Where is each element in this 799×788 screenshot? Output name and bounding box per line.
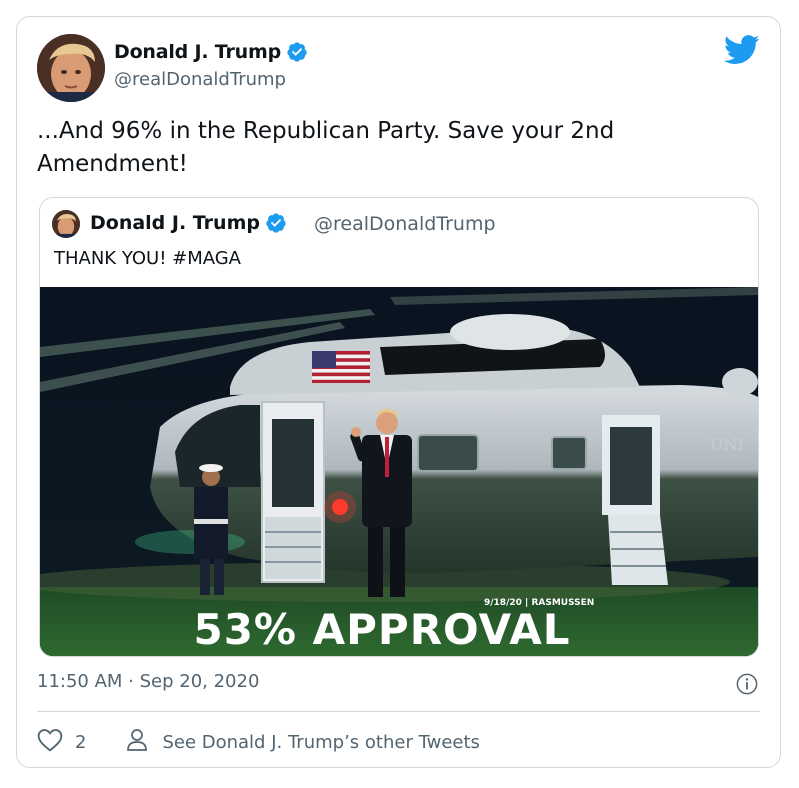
quoted-tweet[interactable]: Donald J. Trump @realDonaldTrump THANK Y… (39, 197, 759, 657)
image-caption-large: 53% APPROVAL (193, 605, 570, 654)
author-name-text[interactable]: Donald J. Trump (114, 41, 281, 63)
see-other-tweets-link[interactable]: See Donald J. Trump’s other Tweets (126, 728, 480, 757)
verified-badge-icon (265, 212, 287, 234)
aircraft-marking: UNI (710, 435, 744, 454)
verified-badge-icon (286, 41, 308, 63)
tweet-actions: 2 See Donald J. Trump’s other Tweets (37, 728, 480, 757)
see-other-tweets-label[interactable]: See Donald J. Trump’s other Tweets (162, 732, 479, 753)
author-handle[interactable]: @realDonaldTrump (114, 69, 286, 90)
like-button[interactable]: 2 (37, 728, 86, 757)
heart-icon[interactable] (37, 728, 63, 757)
quoted-author-handle[interactable]: @realDonaldTrump (314, 213, 496, 235)
tweet-card: Donald J. Trump @realDonaldTrump ...And … (16, 16, 781, 768)
quoted-tweet-image[interactable]: UNI 9/18/20 | RASMUSSEN 53% APPROVAL (40, 287, 758, 656)
author-avatar[interactable] (37, 34, 105, 102)
person-icon (126, 728, 148, 757)
tweet-text: ...And 96% in the Republican Party. Save… (37, 118, 615, 177)
author-name[interactable]: Donald J. Trump (114, 41, 308, 63)
quoted-author-avatar[interactable] (52, 210, 80, 238)
quoted-author-name-text[interactable]: Donald J. Trump (90, 212, 260, 234)
quoted-author-name[interactable]: Donald J. Trump (90, 212, 287, 234)
info-icon[interactable] (736, 673, 758, 695)
divider (37, 711, 760, 712)
quoted-tweet-text: THANK YOU! #MAGA (54, 248, 241, 269)
like-count[interactable]: 2 (75, 732, 86, 753)
tweet-timestamp[interactable]: 11:50 AM · Sep 20, 2020 (37, 671, 259, 692)
twitter-bird-icon[interactable] (723, 35, 760, 65)
